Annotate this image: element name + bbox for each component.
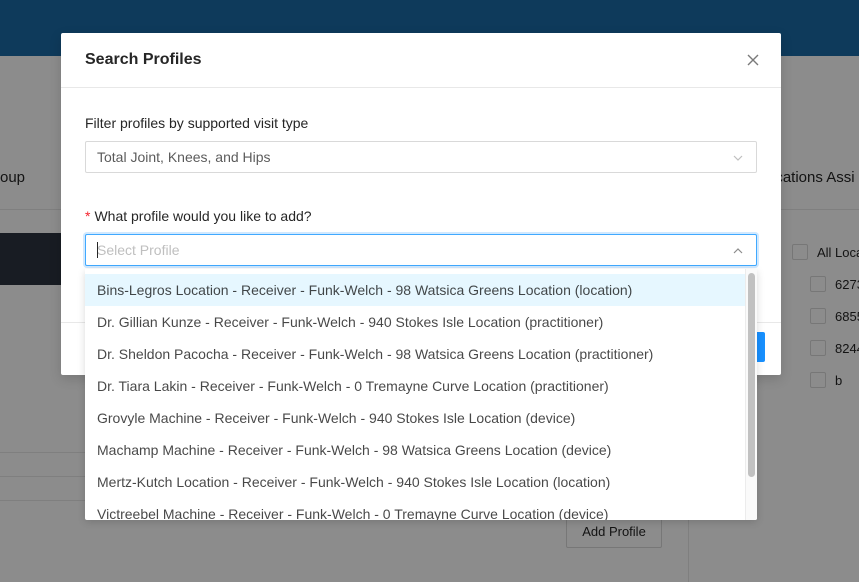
profile-select-label: *What profile would you like to add? [85, 208, 312, 224]
profile-select-label-text: What profile would you like to add? [94, 208, 311, 224]
modal-title: Search Profiles [85, 51, 202, 69]
modal-header: Search Profiles [61, 33, 781, 88]
dropdown-option[interactable]: Dr. Gillian Kunze - Receiver - Funk-Welc… [85, 306, 745, 338]
required-mark: * [85, 208, 90, 224]
scrollbar-thumb[interactable] [748, 273, 755, 477]
visit-type-select-value: Total Joint, Knees, and Hips [97, 149, 271, 165]
dropdown-option[interactable]: Dr. Sheldon Pacocha - Receiver - Funk-We… [85, 338, 745, 370]
dropdown-option[interactable]: Mertz-Kutch Location - Receiver - Funk-W… [85, 466, 745, 498]
dropdown-option[interactable]: Dr. Tiara Lakin - Receiver - Funk-Welch … [85, 370, 745, 402]
profile-dropdown: Bins-Legros Location - Receiver - Funk-W… [85, 269, 757, 520]
dropdown-option[interactable]: Machamp Machine - Receiver - Funk-Welch … [85, 434, 745, 466]
dropdown-option[interactable]: Victreebel Machine - Receiver - Funk-Wel… [85, 498, 745, 520]
profile-select[interactable]: Select Profile [85, 234, 757, 266]
dropdown-option[interactable]: Bins-Legros Location - Receiver - Funk-W… [85, 274, 745, 306]
chevron-up-icon [732, 245, 744, 257]
dropdown-option[interactable]: Grovyle Machine - Receiver - Funk-Welch … [85, 402, 745, 434]
visit-type-select[interactable]: Total Joint, Knees, and Hips [85, 141, 757, 173]
text-cursor [97, 242, 98, 258]
close-icon[interactable] [743, 50, 763, 70]
profile-select-placeholder: Select Profile [97, 242, 179, 258]
dropdown-scrollbar[interactable] [745, 269, 757, 520]
visit-type-filter-label: Filter profiles by supported visit type [85, 115, 308, 131]
chevron-down-icon [732, 152, 744, 164]
